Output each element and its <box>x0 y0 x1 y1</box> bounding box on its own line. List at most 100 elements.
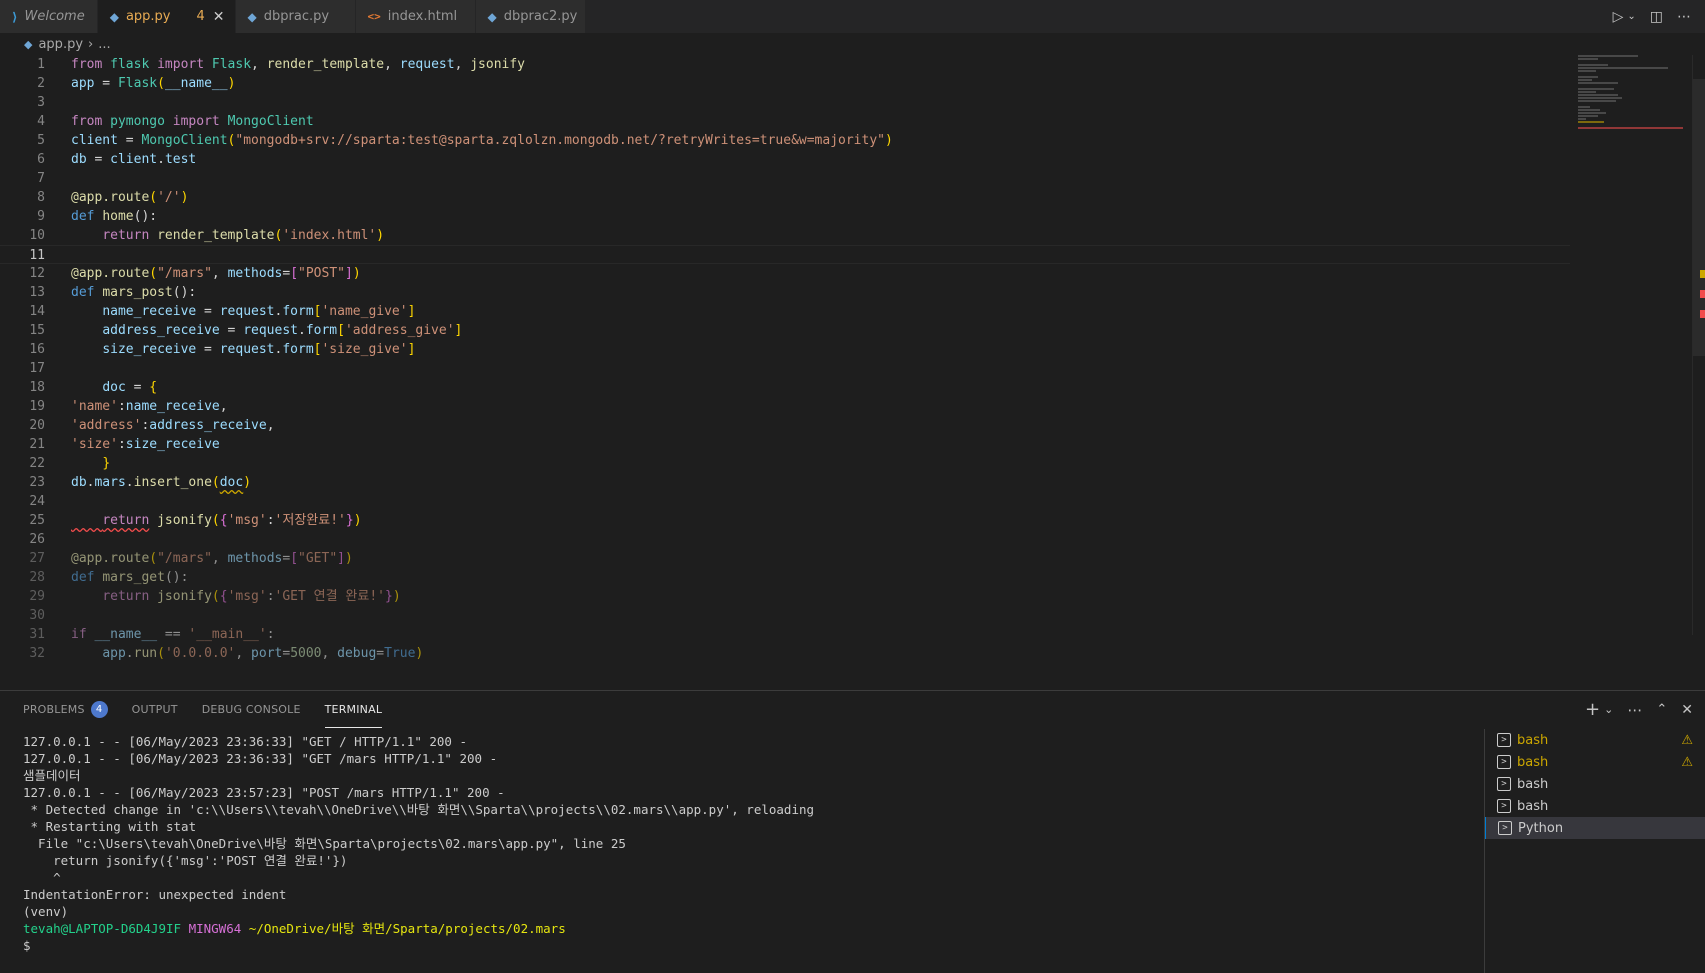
line-number: 11 <box>29 248 45 263</box>
code-line[interactable]: 10 return render_template('index.html') <box>0 226 1570 245</box>
code-line[interactable]: 23 db.mars.insert_one(doc) <box>0 473 1570 492</box>
bottom-panel: PROBLEMS 4 OUTPUT DEBUG CONSOLE TERMINAL… <box>0 690 1705 973</box>
code-line-error[interactable]: 25 return jsonify({'msg':'저장완료!'}) <box>0 511 1570 530</box>
line-number: 1 <box>37 57 45 72</box>
terminal-prompt: tevah@LAPTOP-D6D4J9IF MINGW64 ~/OneDrive… <box>23 920 1473 937</box>
code-line[interactable]: 17 <box>0 359 1570 378</box>
code-line[interactable]: 2 app = Flask(__name__) <box>0 74 1570 93</box>
code-line[interactable]: 16 size_receive = request.form['size_giv… <box>0 340 1570 359</box>
code-line[interactable]: 18 doc = { <box>0 378 1570 397</box>
code-line[interactable]: 13 def mars_post(): <box>0 283 1570 302</box>
tab-output[interactable]: OUTPUT <box>132 691 178 728</box>
line-number: 18 <box>29 380 45 395</box>
code-line[interactable]: 6 db = client.test <box>0 150 1570 169</box>
code-line[interactable]: 9 def home(): <box>0 207 1570 226</box>
code-line[interactable]: 24 <box>0 492 1570 511</box>
terminal-item-bash[interactable]: > bash ⚠ <box>1485 751 1705 773</box>
editor-scrollbar[interactable] <box>1692 55 1705 635</box>
code-line[interactable]: 28 def mars_get(): <box>0 568 1570 587</box>
code-line[interactable]: 22 } <box>0 454 1570 473</box>
close-panel-icon[interactable]: ✕ <box>1681 702 1693 718</box>
breadcrumb-file[interactable]: app.py <box>38 37 83 52</box>
prompt-path: ~/OneDrive/바탕 화면/Sparta/projects/02.mars <box>248 921 566 936</box>
line-number: 3 <box>37 95 45 110</box>
line-number: 25 <box>29 513 45 528</box>
terminal-item-bash[interactable]: > bash <box>1485 773 1705 795</box>
code-line[interactable]: 19'name':name_receive, <box>0 397 1570 416</box>
more-icon[interactable]: ⋯ <box>1627 701 1642 719</box>
panel-tabs: PROBLEMS 4 OUTPUT DEBUG CONSOLE TERMINAL <box>0 691 1705 728</box>
terminal-icon: > <box>1497 733 1511 747</box>
code-line[interactable]: 14 name_receive = request.form['name_giv… <box>0 302 1570 321</box>
terminal-item-bash[interactable]: > bash ⚠ <box>1485 729 1705 751</box>
chevron-right-icon: › <box>88 36 94 52</box>
line-number: 9 <box>37 209 45 224</box>
terminal-list: > bash ⚠ > bash ⚠ > bash > bash > Python <box>1484 729 1705 973</box>
terminal-item-label: bash <box>1517 732 1549 748</box>
terminal-line: 127.0.0.1 - - [06/May/2023 23:36:33] "GE… <box>23 734 468 749</box>
split-editor-icon[interactable]: ◫ <box>1650 9 1663 25</box>
code-editor[interactable]: 1 from flask import Flask, render_templat… <box>0 55 1705 690</box>
terminal-item-bash[interactable]: > bash <box>1485 795 1705 817</box>
code-lines[interactable]: 1 from flask import Flask, render_templat… <box>0 55 1570 663</box>
terminal-line: File "c:\Users\tevah\OneDrive\바탕 화면\Spar… <box>23 836 626 851</box>
terminal-icon: > <box>1497 799 1511 813</box>
tab-welcome[interactable]: ⟩ Welcome <box>0 0 98 33</box>
code-line[interactable]: 4 from pymongo import MongoClient <box>0 112 1570 131</box>
python-file-icon: ◆ <box>487 9 497 24</box>
code-line-current[interactable]: 11 <box>0 245 1570 264</box>
code-line[interactable]: 29 return jsonify({'msg':'GET 연결 완료!'}) <box>0 587 1570 606</box>
code-line[interactable]: 15 address_receive = request.form['addre… <box>0 321 1570 340</box>
terminal-line: 127.0.0.1 - - [06/May/2023 23:36:33] "GE… <box>23 751 498 766</box>
code-line[interactable]: 8 @app.route('/') <box>0 188 1570 207</box>
maximize-panel-icon[interactable]: ⌃ <box>1656 702 1667 717</box>
panel-actions: + ⌄ ⋯ ⌃ ✕ <box>1585 691 1693 728</box>
terminal-item-label: bash <box>1517 754 1549 770</box>
line-number: 4 <box>37 114 45 129</box>
code-line[interactable]: 5 client = MongoClient("mongodb+srv://spa… <box>0 131 1570 150</box>
tab-debug-console[interactable]: DEBUG CONSOLE <box>202 691 301 728</box>
code-line[interactable]: 1 from flask import Flask, render_templat… <box>0 55 1570 74</box>
code-line[interactable]: 31 if __name__ == '__main__': <box>0 625 1570 644</box>
run-icon[interactable]: ▷ <box>1613 9 1624 25</box>
terminal-input-line[interactable]: $ <box>23 937 1473 954</box>
more-icon[interactable]: ⋯ <box>1677 9 1691 25</box>
tab-index-html[interactable]: <> index.html <box>355 0 476 33</box>
terminal-icon: > <box>1497 755 1511 769</box>
chevron-down-icon[interactable]: ⌄ <box>1627 11 1635 22</box>
line-number: 29 <box>29 589 45 604</box>
tab-dbprac-py[interactable]: ◆ dbprac.py <box>235 0 356 33</box>
code-line[interactable]: 7 <box>0 169 1570 188</box>
code-line[interactable]: 32 app.run('0.0.0.0', port=5000, debug=T… <box>0 644 1570 663</box>
line-number: 6 <box>37 152 45 167</box>
warning-marker <box>1700 270 1705 278</box>
close-icon[interactable]: ✕ <box>213 9 225 25</box>
code-line[interactable]: 3 <box>0 93 1570 112</box>
tab-dbprac2-py[interactable]: ◆ dbprac2.py <box>475 0 586 33</box>
code-line[interactable]: 27 @app.route("/mars", methods=["GET"]) <box>0 549 1570 568</box>
tab-problems[interactable]: PROBLEMS 4 <box>23 691 108 728</box>
code-line[interactable]: 21'size':size_receive <box>0 435 1570 454</box>
terminal-line: * Restarting with stat <box>23 819 197 834</box>
code-line[interactable]: 20'address':address_receive, <box>0 416 1570 435</box>
code-line[interactable]: 12 @app.route("/mars", methods=["POST"]) <box>0 264 1570 283</box>
breadcrumb-symbols[interactable]: ... <box>98 37 110 52</box>
line-number: 7 <box>37 171 45 186</box>
terminal-line: 127.0.0.1 - - [06/May/2023 23:57:23] "PO… <box>23 785 505 800</box>
terminal-output[interactable]: 127.0.0.1 - - [06/May/2023 23:36:33] "GE… <box>23 733 1473 954</box>
tab-label: OUTPUT <box>131 703 178 716</box>
chevron-down-icon[interactable]: ⌄ <box>1604 703 1613 716</box>
code-line[interactable]: 30 <box>0 606 1570 625</box>
python-file-icon: ◆ <box>24 37 33 51</box>
minimap[interactable] <box>1578 55 1690 135</box>
tab-label: dbprac2.py <box>503 9 578 24</box>
tab-label: DEBUG CONSOLE <box>201 703 301 716</box>
add-terminal-icon[interactable]: + <box>1585 699 1600 720</box>
tab-label: dbprac.py <box>263 9 330 24</box>
line-number: 20 <box>29 418 45 433</box>
code-line[interactable]: 26 <box>0 530 1570 549</box>
terminal-line: * Detected change in 'c:\\Users\\tevah\\… <box>23 802 815 817</box>
tab-app-py[interactable]: ◆ app.py 4 ✕ <box>97 0 236 33</box>
tab-terminal[interactable]: TERMINAL <box>324 691 383 728</box>
terminal-item-python[interactable]: > Python <box>1485 817 1705 839</box>
